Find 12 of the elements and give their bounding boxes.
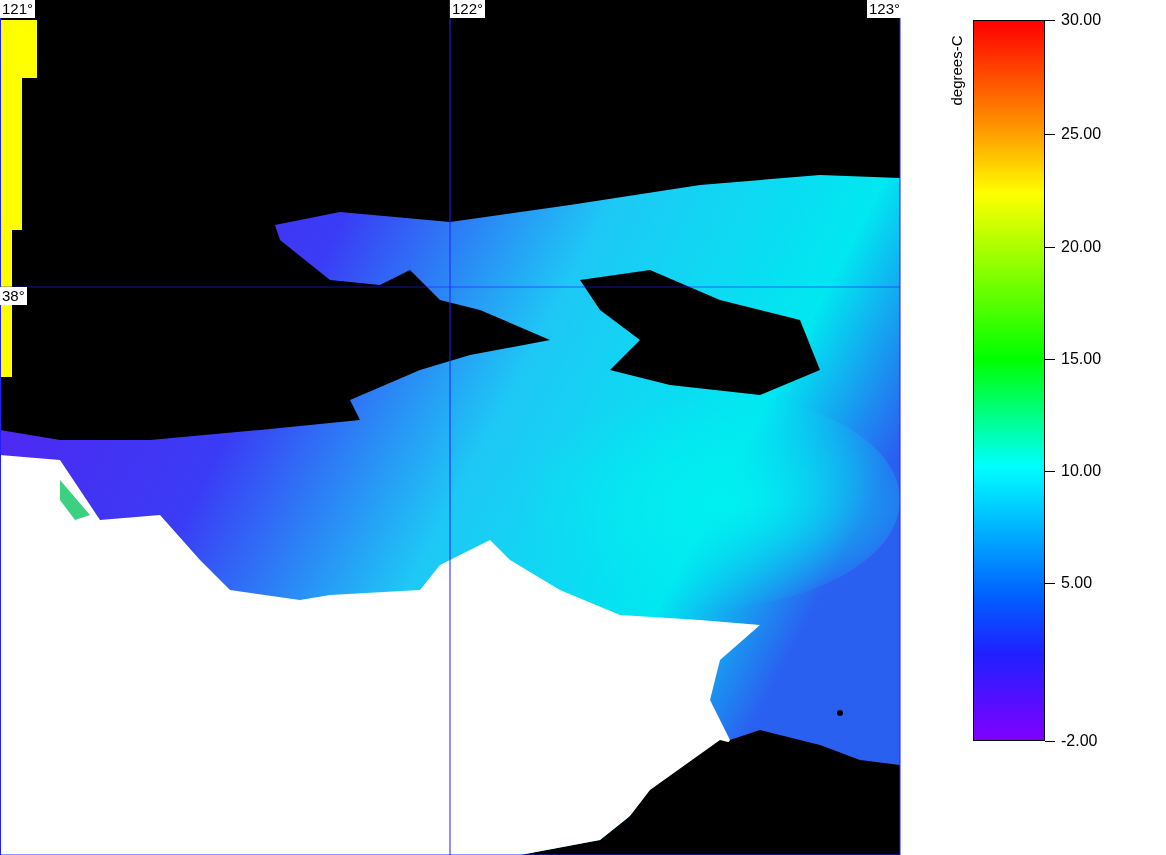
longitude-label: 122° [450,0,486,18]
longitude-label: 123° [866,0,902,18]
scale-tick-label: 15.00 [1061,350,1102,368]
scale-tick-label: 10.00 [1061,462,1102,480]
longitude-label: 121° [0,0,36,18]
scale-tick-label: 5.00 [1061,574,1093,592]
scale-tick-label: 20.00 [1061,238,1102,256]
unit-label: degrees-C [947,35,965,106]
scale-tick-label: -2.00 [1061,732,1098,750]
scale-tick-label: 25.00 [1061,125,1102,143]
latitude-label: 38° [0,287,27,305]
scale-tick-label: 30.00 [1061,11,1102,29]
